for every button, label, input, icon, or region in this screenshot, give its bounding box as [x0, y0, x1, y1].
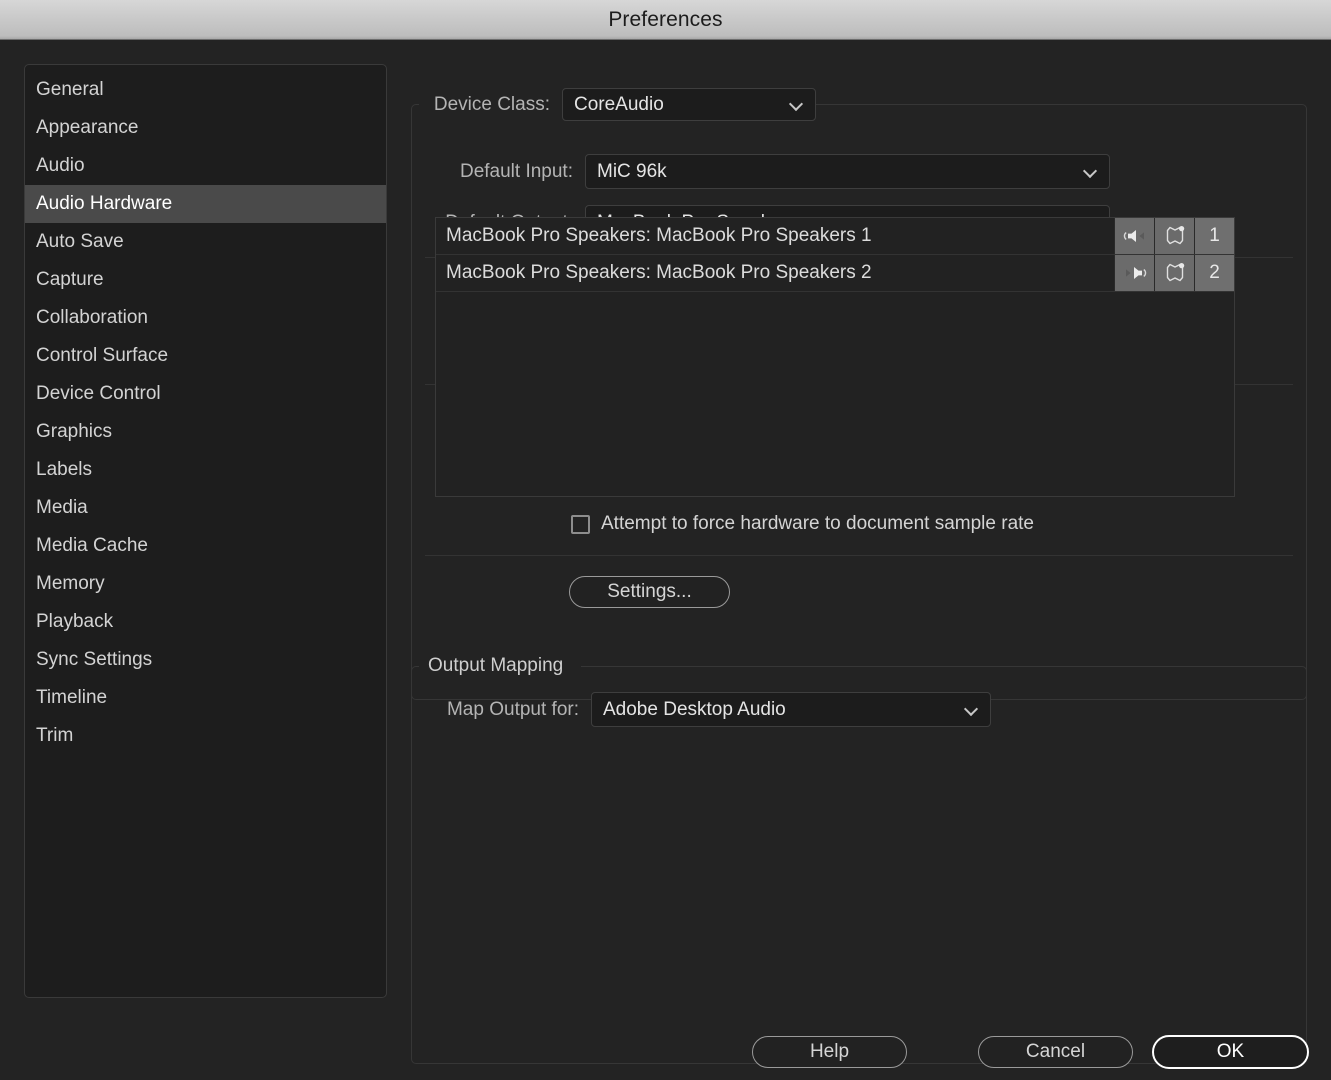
channel-pan-icon[interactable] [1154, 255, 1194, 291]
chevron-down-icon [1085, 165, 1097, 177]
output-mapping-row-label: MacBook Pro Speakers: MacBook Pro Speake… [446, 262, 872, 283]
sidebar-item-auto-save[interactable]: Auto Save [25, 223, 386, 261]
device-class-value: CoreAudio [574, 93, 664, 115]
help-button[interactable]: Help [752, 1036, 907, 1068]
preferences-category-list[interactable]: General Appearance Audio Audio Hardware … [24, 64, 387, 998]
output-channel-number[interactable]: 1 [1194, 218, 1234, 254]
device-class-select[interactable]: CoreAudio [562, 88, 816, 121]
sidebar-item-playback[interactable]: Playback [25, 603, 386, 641]
settings-button[interactable]: Settings... [569, 576, 730, 608]
chevron-down-icon [791, 98, 803, 110]
speaker-left-icon[interactable] [1114, 218, 1154, 254]
sidebar-item-audio-hardware[interactable]: Audio Hardware [25, 185, 386, 223]
divider-3 [425, 555, 1293, 556]
sidebar-item-memory[interactable]: Memory [25, 565, 386, 603]
map-output-for-row: Map Output for: Adobe Desktop Audio [424, 692, 991, 727]
sidebar-item-general[interactable]: General [25, 71, 386, 109]
default-input-value: MiC 96k [597, 160, 667, 182]
speaker-right-icon[interactable] [1114, 255, 1154, 291]
sidebar-item-device-control[interactable]: Device Control [25, 375, 386, 413]
sidebar-item-control-surface[interactable]: Control Surface [25, 337, 386, 375]
output-channel-number[interactable]: 2 [1194, 255, 1234, 291]
sidebar-item-trim[interactable]: Trim [25, 717, 386, 755]
output-mapping-row-label: MacBook Pro Speakers: MacBook Pro Speake… [446, 225, 872, 246]
sidebar-item-audio[interactable]: Audio [25, 147, 386, 185]
output-mapping-row-controls: 1 [1114, 218, 1234, 254]
ok-button[interactable]: OK [1152, 1035, 1309, 1069]
table-row[interactable]: MacBook Pro Speakers: MacBook Pro Speake… [436, 218, 1234, 255]
sidebar-item-labels[interactable]: Labels [25, 451, 386, 489]
preferences-content-pane: Device Class: CoreAudio Default Input: M… [411, 64, 1307, 1064]
sidebar-item-graphics[interactable]: Graphics [25, 413, 386, 451]
channel-pan-icon[interactable] [1154, 218, 1194, 254]
output-mapping-group-label: Output Mapping [421, 655, 571, 677]
sidebar-item-collaboration[interactable]: Collaboration [25, 299, 386, 337]
map-output-for-value: Adobe Desktop Audio [603, 698, 786, 720]
window-title: Preferences [608, 8, 723, 31]
sidebar-item-appearance[interactable]: Appearance [25, 109, 386, 147]
default-input-row: Default Input: MiC 96k [424, 154, 1110, 189]
device-class-label: Device Class: [433, 93, 550, 115]
default-input-select[interactable]: MiC 96k [585, 154, 1110, 189]
map-output-for-select[interactable]: Adobe Desktop Audio [591, 692, 991, 727]
force-hardware-checkbox[interactable] [571, 514, 590, 534]
table-row[interactable]: MacBook Pro Speakers: MacBook Pro Speake… [436, 255, 1234, 292]
map-output-for-label: Map Output for: [446, 698, 579, 720]
sidebar-item-media-cache[interactable]: Media Cache [25, 527, 386, 565]
force-hardware-checkbox-row[interactable]: Attempt to force hardware to document sa… [571, 513, 1034, 535]
force-hardware-label: Attempt to force hardware to document sa… [601, 513, 1034, 534]
output-mapping-list[interactable]: MacBook Pro Speakers: MacBook Pro Speake… [435, 217, 1235, 497]
sidebar-item-timeline[interactable]: Timeline [25, 679, 386, 717]
sidebar-item-media[interactable]: Media [25, 489, 386, 527]
chevron-down-icon [966, 703, 978, 715]
cancel-button[interactable]: Cancel [978, 1036, 1133, 1068]
sidebar-item-sync-settings[interactable]: Sync Settings [25, 641, 386, 679]
sidebar-item-capture[interactable]: Capture [25, 261, 386, 299]
default-input-label: Default Input: [459, 160, 573, 182]
window-titlebar: Preferences [0, 0, 1331, 40]
device-class-row: Device Class: CoreAudio [424, 88, 816, 121]
output-mapping-row-controls: 2 [1114, 255, 1234, 291]
